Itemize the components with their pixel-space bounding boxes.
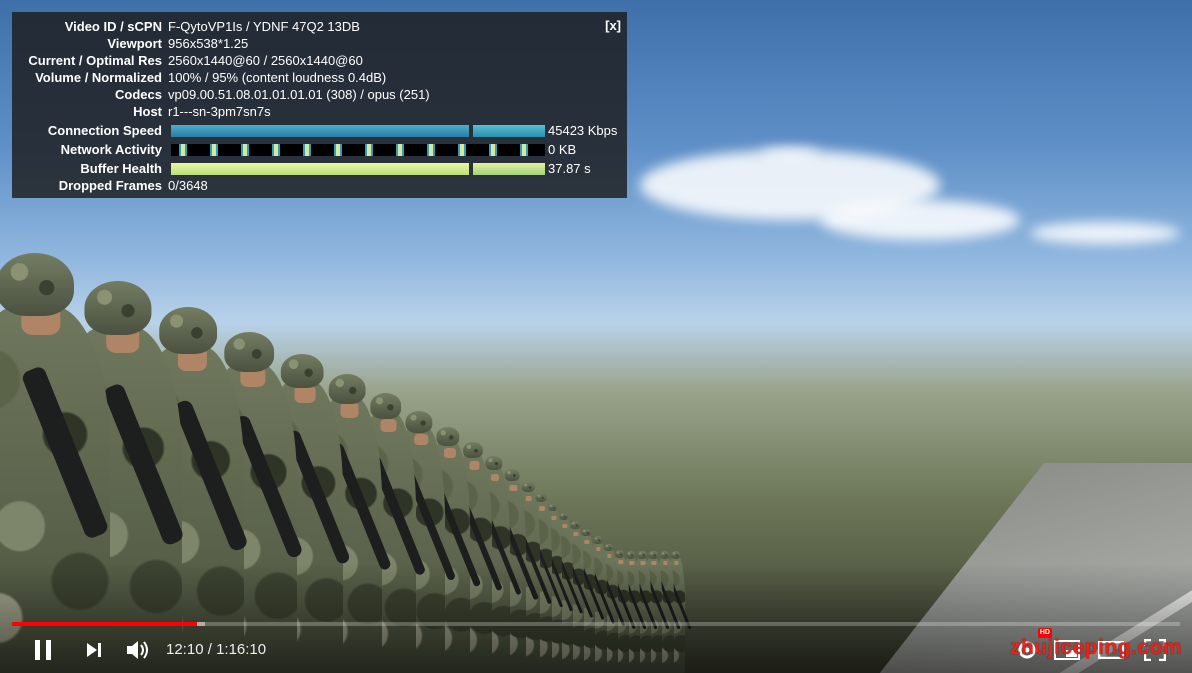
volume-icon <box>127 641 148 659</box>
stats-label: Buffer Health <box>80 161 162 176</box>
duration: 1:16:10 <box>216 641 267 658</box>
stats-value: 100% / 95% (content loudness 0.4dB) <box>168 70 387 85</box>
cloud <box>760 148 820 158</box>
graph-segment <box>473 125 545 137</box>
stats-value: 2560x1440@60 / 2560x1440@60 <box>168 53 363 68</box>
stats-row-video-id: Video ID / sCPN F-QytoVP1Is / YDNF 47Q2 … <box>12 18 627 35</box>
stats-row-viewport: Viewport 956x538*1.25 <box>12 35 627 52</box>
stats-value: 45423 Kbps <box>548 123 618 138</box>
stats-row-network-activity: Network Activity 0 KB <box>12 141 627 158</box>
stats-label: Codecs <box>115 87 162 102</box>
play-pause-button[interactable] <box>28 634 58 666</box>
stats-label: Host <box>133 104 162 119</box>
pause-icon <box>35 640 51 660</box>
stats-value: 0 KB <box>548 142 577 157</box>
stats-value: 0/3648 <box>168 178 208 193</box>
stats-value: 37.87 s <box>548 161 591 176</box>
stats-row-buffer-health: Buffer Health 37.87 s <box>12 160 627 177</box>
stats-row-volume: Volume / Normalized 100% / 95% (content … <box>12 69 627 86</box>
graph-segment <box>171 163 469 175</box>
connection-speed-graph <box>171 125 545 137</box>
time-display: 12:10 / 1:16:10 <box>166 640 266 660</box>
stats-value: 956x538*1.25 <box>168 36 249 51</box>
stats-label: Video ID / sCPN <box>64 19 162 34</box>
graph-segment <box>171 125 469 137</box>
next-button[interactable] <box>80 634 108 666</box>
stats-value: r1---sn-3pm7sn7s <box>168 104 271 119</box>
video-player[interactable]: 12:10 / 1:16:10 HD zhujiceping.com [x] V… <box>0 0 1192 673</box>
time-separator: / <box>203 641 217 658</box>
stats-label: Dropped Frames <box>58 178 162 193</box>
network-activity-graph <box>171 144 545 156</box>
cloud <box>1030 222 1180 244</box>
stats-row-dropped-frames: Dropped Frames 0/3648 <box>12 177 627 194</box>
stats-label: Network Activity <box>60 142 162 157</box>
buffer-health-graph <box>171 163 545 175</box>
stats-label: Viewport <box>107 36 162 51</box>
stats-value: vp09.00.51.08.01.01.01.01 (308) / opus (… <box>168 87 430 102</box>
graph-segment <box>473 163 545 175</box>
mute-button[interactable] <box>122 634 154 666</box>
stats-value: F-QytoVP1Is / YDNF 47Q2 13DB <box>168 19 360 34</box>
stats-row-host: Host r1---sn-3pm7sn7s <box>12 103 627 120</box>
progress-bar[interactable] <box>12 622 1180 626</box>
stats-row-connection-speed: Connection Speed 45423 Kbps <box>12 122 627 139</box>
stats-row-codecs: Codecs vp09.00.51.08.01.01.01.01 (308) /… <box>12 86 627 103</box>
stats-label: Connection Speed <box>47 123 162 138</box>
progress-played <box>12 622 197 626</box>
stats-label: Current / Optimal Res <box>28 53 162 68</box>
stats-row-resolution: Current / Optimal Res 2560x1440@60 / 256… <box>12 52 627 69</box>
current-time: 12:10 <box>166 641 204 658</box>
stats-label: Volume / Normalized <box>35 70 162 85</box>
cloud <box>820 200 1020 240</box>
next-icon <box>87 643 101 657</box>
stats-for-nerds-panel: [x] Video ID / sCPN F-QytoVP1Is / YDNF 4… <box>12 12 627 198</box>
watermark-text: zhujiceping.com <box>1010 636 1183 659</box>
